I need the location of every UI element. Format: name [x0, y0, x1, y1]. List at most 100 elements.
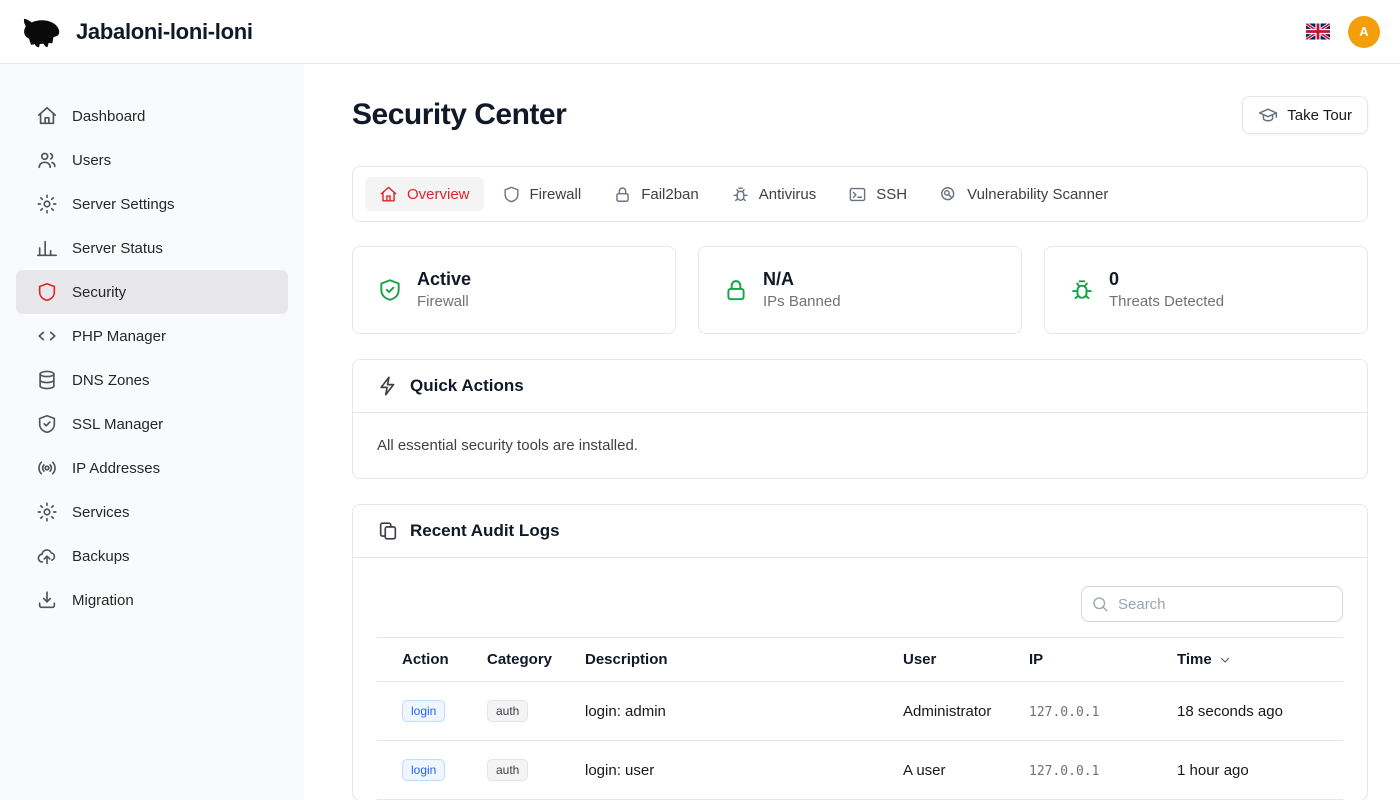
- sidebar-item-migration[interactable]: Migration: [16, 578, 288, 622]
- brand[interactable]: Jabaloni-loni-loni: [20, 13, 253, 51]
- ip-cell: 127.0.0.1: [1029, 705, 1099, 720]
- tab-label: Antivirus: [759, 186, 817, 203]
- time-cell: 18 seconds ago: [1177, 682, 1343, 741]
- stat-card-ips-banned: N/A IPs Banned: [698, 246, 1022, 334]
- sidebar-item-dashboard[interactable]: Dashboard: [16, 94, 288, 138]
- table-row[interactable]: login auth login: admin Administrator 12…: [377, 682, 1343, 741]
- sidebar-item-backups[interactable]: Backups: [16, 534, 288, 578]
- bug-icon: [1069, 277, 1095, 303]
- bug-icon: [731, 185, 750, 204]
- tab-antivirus[interactable]: Antivirus: [717, 177, 831, 211]
- sidebar-item-label: SSL Manager: [72, 416, 163, 433]
- sidebar-item-label: Migration: [72, 592, 134, 609]
- sidebar-item-label: Services: [72, 504, 130, 521]
- tab-vulnerability-scanner[interactable]: Vulnerability Scanner: [925, 177, 1122, 211]
- description-cell: login: user: [585, 741, 903, 800]
- shield-check-icon: [36, 413, 58, 435]
- app-title: Jabaloni-loni-loni: [76, 19, 253, 45]
- sidebar-item-label: Server Status: [72, 240, 163, 257]
- sidebar-item-label: Users: [72, 152, 111, 169]
- database-icon: [36, 369, 58, 391]
- stat-label: Threats Detected: [1109, 291, 1224, 313]
- sidebar-item-server-status[interactable]: Server Status: [16, 226, 288, 270]
- stat-value: 0: [1109, 267, 1224, 291]
- audit-search-input[interactable]: [1081, 586, 1343, 622]
- tab-overview[interactable]: Overview: [365, 177, 484, 211]
- sidebar-item-label: Backups: [72, 548, 130, 565]
- chevron-down-icon: [1218, 653, 1232, 667]
- bull-logo-icon: [20, 13, 66, 51]
- shield-icon: [36, 281, 58, 303]
- sidebar-item-label: Security: [72, 284, 126, 301]
- scan-search-icon: [939, 185, 958, 204]
- stat-value: N/A: [763, 267, 841, 291]
- sidebar-item-server-settings[interactable]: Server Settings: [16, 182, 288, 226]
- sort-by-time[interactable]: Time: [1177, 651, 1232, 668]
- stat-card-firewall: Active Firewall: [352, 246, 676, 334]
- user-avatar[interactable]: A: [1348, 16, 1380, 48]
- sidebar-item-label: PHP Manager: [72, 328, 166, 345]
- code-icon: [36, 325, 58, 347]
- category-badge: auth: [487, 700, 528, 722]
- take-tour-button[interactable]: Take Tour: [1242, 96, 1368, 134]
- lock-icon: [613, 185, 632, 204]
- tab-fail2ban[interactable]: Fail2ban: [599, 177, 713, 211]
- action-badge: login: [402, 759, 445, 781]
- tab-firewall[interactable]: Firewall: [488, 177, 596, 211]
- gear-icon: [36, 193, 58, 215]
- sidebar-item-users[interactable]: Users: [16, 138, 288, 182]
- table-row[interactable]: login auth login: user A user 127.0.0.1 …: [377, 741, 1343, 800]
- lightning-icon: [377, 375, 399, 397]
- sidebar-item-ip-addresses[interactable]: IP Addresses: [16, 446, 288, 490]
- column-header-category: Category: [487, 638, 585, 682]
- user-cell: A user: [903, 741, 1029, 800]
- column-header-description: Description: [585, 638, 903, 682]
- main-content: Security Center Take Tour Overview Firew…: [304, 64, 1400, 800]
- shield-icon: [502, 185, 521, 204]
- stat-card-threats-detected: 0 Threats Detected: [1044, 246, 1368, 334]
- bar-chart-icon: [36, 237, 58, 259]
- radio-icon: [36, 457, 58, 479]
- tab-label: SSH: [876, 186, 907, 203]
- search-icon: [1091, 595, 1109, 613]
- sidebar-item-label: IP Addresses: [72, 460, 160, 477]
- sidebar-item-ssl-manager[interactable]: SSL Manager: [16, 402, 288, 446]
- page-title: Security Center: [352, 98, 566, 132]
- column-header-time-label: Time: [1177, 651, 1212, 668]
- copy-icon: [377, 520, 399, 542]
- cloud-upload-icon: [36, 545, 58, 567]
- time-cell: 1 hour ago: [1177, 741, 1343, 800]
- sidebar-item-services[interactable]: Services: [16, 490, 288, 534]
- column-header-action: Action: [377, 638, 487, 682]
- audit-logs-table: Action Category Description User IP Time: [377, 637, 1343, 800]
- language-flag-gb-icon[interactable]: [1306, 23, 1330, 40]
- user-cell: Administrator: [903, 682, 1029, 741]
- gear-icon: [36, 501, 58, 523]
- sidebar-item-security[interactable]: Security: [16, 270, 288, 314]
- sidebar-item-php-manager[interactable]: PHP Manager: [16, 314, 288, 358]
- top-bar: Jabaloni-loni-loni A: [0, 0, 1400, 64]
- download-icon: [36, 589, 58, 611]
- quick-actions-title: Quick Actions: [410, 376, 524, 396]
- action-badge: login: [402, 700, 445, 722]
- home-icon: [379, 185, 398, 204]
- sidebar-item-label: Dashboard: [72, 108, 145, 125]
- sidebar-item-label: DNS Zones: [72, 372, 150, 389]
- column-header-user: User: [903, 638, 1029, 682]
- sidebar-item-dns-zones[interactable]: DNS Zones: [16, 358, 288, 402]
- audit-logs-title: Recent Audit Logs: [410, 521, 560, 541]
- tab-label: Firewall: [530, 186, 582, 203]
- category-badge: auth: [487, 759, 528, 781]
- column-header-time: Time: [1177, 638, 1343, 682]
- graduation-cap-icon: [1258, 105, 1278, 125]
- tab-label: Overview: [407, 186, 470, 203]
- stat-value: Active: [417, 267, 471, 291]
- stat-label: IPs Banned: [763, 291, 841, 313]
- tab-ssh[interactable]: SSH: [834, 177, 921, 211]
- audit-logs-card: Recent Audit Logs Action: [352, 504, 1368, 800]
- sidebar: Dashboard Users Server Settings Server S…: [0, 64, 304, 800]
- quick-actions-card: Quick Actions All essential security too…: [352, 359, 1368, 479]
- home-icon: [36, 105, 58, 127]
- shield-check-icon: [377, 277, 403, 303]
- stat-label: Firewall: [417, 291, 471, 313]
